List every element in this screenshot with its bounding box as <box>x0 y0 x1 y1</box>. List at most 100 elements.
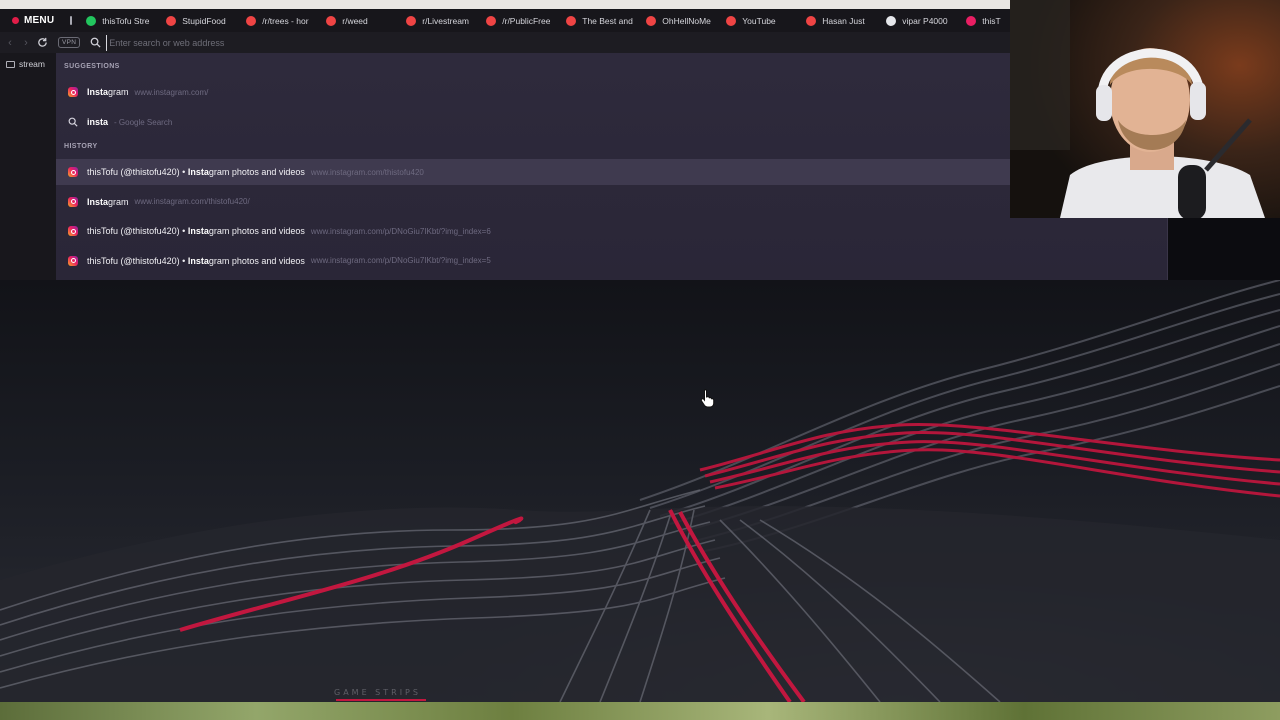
reddit-icon <box>326 15 337 26</box>
tab-bar: MENU thisTofu Stre StupidFood/r/trees - h… <box>0 9 1010 32</box>
tab-7[interactable]: OhHellNoMe <box>640 9 720 32</box>
row-title-rest: gram photos and videos <box>208 226 305 236</box>
reddit-icon <box>406 15 417 26</box>
tab-0[interactable]: thisTofu Stre <box>80 9 160 32</box>
row-title-prefix: thisTofu (@thistofu420) • <box>87 167 188 177</box>
history-header: HISTORY <box>64 143 98 150</box>
history-item[interactable]: thisTofu (@thistofu420) • Instagram phot… <box>56 218 1010 244</box>
menu-label: MENU <box>24 15 55 26</box>
webcam-overlay <box>1010 0 1280 218</box>
tab-title: YouTube <box>742 15 776 26</box>
tab-6[interactable]: The Best and <box>560 9 640 32</box>
history-item[interactable]: thisTofu (@thistofu420) • Instagram phot… <box>56 248 1010 274</box>
folder-icon <box>6 60 15 68</box>
history-item[interactable]: thisTofu (@thistofu420) • Instagram phot… <box>56 159 1010 185</box>
tab-2[interactable]: /r/trees - hor <box>240 9 320 32</box>
wave-ribbons-graphic <box>0 280 1280 702</box>
reddit-icon <box>566 15 577 26</box>
address-suggestions-dropdown: SUGGESTIONS Instagram www.instagram.com/i… <box>56 53 1168 280</box>
search-icon <box>88 36 102 50</box>
tab-3[interactable]: r/weed <box>320 9 400 32</box>
row-url: - Google Search <box>114 117 173 127</box>
row-title-match: Insta <box>187 255 209 266</box>
bottom-plant-strip <box>0 702 1280 720</box>
row-title: thisTofu (@thistofu420) • Instagram phot… <box>87 167 305 177</box>
bookmarks-sidebar: stream <box>0 53 56 280</box>
instagram-icon <box>966 15 977 26</box>
reload-icon[interactable] <box>34 35 50 51</box>
youtube-icon <box>806 15 817 26</box>
tab-list: thisTofu Stre StupidFood/r/trees - hor r/w… <box>80 9 1010 32</box>
address-input[interactable] <box>106 34 967 51</box>
row-title: thisTofu (@thistofu420) • Instagram phot… <box>87 256 305 266</box>
row-title: insta <box>87 117 108 127</box>
menu-button[interactable]: MENU <box>0 9 64 32</box>
suggestion-item[interactable]: insta - Google Search <box>56 109 1010 135</box>
tab-title: thisTofu Stre <box>102 15 150 26</box>
tab-10[interactable]: vipar P4000 <box>880 9 960 32</box>
instagram-icon <box>68 196 78 207</box>
row-url: www.instagram.com/thistofu420/ <box>134 197 250 206</box>
vpn-badge[interactable]: VPN <box>58 37 81 48</box>
suggestion-item[interactable]: Instagram www.instagram.com/ <box>56 79 1010 105</box>
row-title: Instagram <box>87 87 129 97</box>
row-title-rest: gram <box>108 196 129 207</box>
row-url: www.instagram.com/p/DNoGiu7IKbt/?img_ind… <box>310 256 491 265</box>
tab-5[interactable]: /r/PublicFree <box>480 9 560 32</box>
tab-11[interactable]: thisT <box>960 9 1010 32</box>
tab-title: The Best and <box>582 15 633 26</box>
tab-title: /r/trees - hor <box>262 15 309 26</box>
row-url: www.instagram.com/thistofu420 <box>310 167 424 177</box>
hand-cursor-icon <box>700 389 715 408</box>
desktop-wallpaper <box>0 280 1280 702</box>
forward-arrow-icon[interactable]: › <box>18 35 34 51</box>
youtube-icon <box>726 15 737 26</box>
wallpaper-accent-line <box>336 699 426 701</box>
window-top-edge <box>0 0 1010 9</box>
row-title-match: Insta <box>87 196 109 207</box>
row-url: www.instagram.com/ <box>134 87 209 97</box>
tab-title: OhHellNoMe <box>662 15 711 26</box>
history-item[interactable]: Instagram www.instagram.com/thistofu420/ <box>56 189 1010 215</box>
reddit-icon <box>486 15 497 26</box>
tab-title: r/Livestream <box>422 15 470 26</box>
row-title: Instagram <box>87 197 129 207</box>
bookmark-folder-stream[interactable]: stream <box>0 53 56 69</box>
tab-title: vipar P4000 <box>902 15 948 26</box>
back-arrow-icon[interactable]: ‹ <box>2 35 18 51</box>
row-title-rest: gram photos and videos <box>208 255 305 266</box>
row-title-rest: gram <box>108 87 129 97</box>
instagram-icon <box>68 255 78 266</box>
tab-8[interactable]: YouTube <box>720 9 800 32</box>
tab-9[interactable]: Hasan Just <box>800 9 880 32</box>
tab-1[interactable]: StupidFood <box>160 9 240 32</box>
tab-4[interactable]: r/Livestream <box>400 9 480 32</box>
streamer-webcam-image <box>1010 0 1280 218</box>
google-icon <box>886 15 897 26</box>
row-title-prefix: thisTofu (@thistofu420) • <box>87 255 188 266</box>
tab-menu-icon[interactable] <box>70 16 73 25</box>
address-bar: ‹ › VPN <box>0 32 1010 53</box>
instagram-icon <box>68 87 78 97</box>
instagram-icon <box>68 167 78 177</box>
opera-logo-icon <box>12 17 19 24</box>
reddit-icon <box>646 15 657 26</box>
bookmark-label: stream <box>19 59 45 69</box>
row-title-rest: gram photos and videos <box>208 167 305 177</box>
row-title-match: Insta <box>87 87 109 97</box>
tab-title: r/weed <box>342 15 368 26</box>
tab-title: Hasan Just <box>822 15 865 26</box>
row-url: www.instagram.com/p/DNoGiu7IKbt/?img_ind… <box>310 226 491 236</box>
row-title-prefix: thisTofu (@thistofu420) • <box>87 226 188 236</box>
row-title-match: insta <box>87 117 109 127</box>
reddit-icon <box>166 15 177 26</box>
row-title-match: Insta <box>187 167 209 177</box>
twitch-icon <box>86 15 97 26</box>
tab-title: /r/PublicFree <box>502 15 551 26</box>
reddit-icon <box>246 15 257 26</box>
tab-title: StupidFood <box>182 15 226 26</box>
row-title: thisTofu (@thistofu420) • Instagram phot… <box>87 226 305 236</box>
row-title-match: Insta <box>187 226 209 236</box>
suggestions-header: SUGGESTIONS <box>64 63 120 70</box>
search-icon <box>68 117 78 127</box>
